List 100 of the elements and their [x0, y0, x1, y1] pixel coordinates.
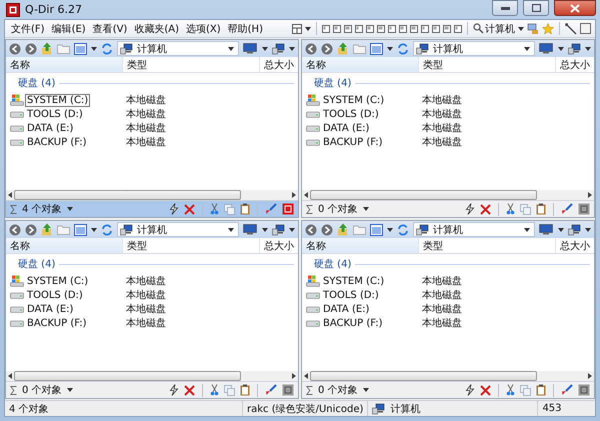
monitor-icon[interactable]	[243, 43, 258, 54]
lightning-icon[interactable]	[169, 203, 179, 215]
caret-icon[interactable]	[585, 46, 591, 50]
lightning-icon[interactable]	[465, 384, 475, 396]
forward-icon[interactable]	[25, 42, 37, 54]
close-button[interactable]	[554, 0, 596, 16]
drive-name[interactable]: DATA (E:)	[321, 302, 372, 316]
drive-name[interactable]: BACKUP (F:)	[321, 136, 384, 148]
monitor-icon[interactable]	[539, 43, 554, 54]
drive-name[interactable]: TOOLS (D:)	[321, 288, 381, 302]
layout-icon[interactable]	[388, 24, 396, 32]
refresh-icon[interactable]	[397, 42, 409, 54]
scroll-right-icon[interactable]	[292, 373, 296, 379]
up-folder-icon[interactable]	[337, 42, 349, 55]
delete-icon[interactable]	[184, 384, 195, 396]
caret-icon[interactable]	[289, 228, 295, 232]
caret-icon[interactable]	[387, 46, 393, 50]
delete-icon[interactable]	[184, 204, 195, 214]
drive-name[interactable]: BACKUP (F:)	[25, 136, 88, 148]
clipboard-icon[interactable]	[536, 203, 546, 215]
scissors-icon[interactable]	[210, 203, 219, 215]
horizontal-scrollbar[interactable]	[6, 190, 298, 200]
up-folder-icon[interactable]	[337, 223, 349, 236]
back-icon[interactable]	[9, 224, 21, 236]
lightning-icon[interactable]	[169, 384, 179, 396]
scissors-icon[interactable]	[506, 384, 515, 396]
pane-icon[interactable]	[578, 203, 590, 215]
drive-name[interactable]: TOOLS (D:)	[25, 288, 85, 302]
scroll-right-icon[interactable]	[588, 373, 592, 379]
scroll-left-icon[interactable]	[304, 373, 308, 379]
menu-item[interactable]: 帮助(H)	[226, 22, 265, 36]
layout-icon[interactable]	[355, 24, 363, 32]
forward-icon[interactable]	[321, 42, 333, 54]
back-icon[interactable]	[9, 42, 21, 54]
active-pane-icon[interactable]	[282, 203, 294, 215]
maximize-button[interactable]	[523, 0, 549, 16]
scissors-icon[interactable]	[506, 203, 515, 215]
object-count[interactable]: 0 个对象	[318, 383, 358, 397]
column-header[interactable]: 类型	[123, 57, 260, 72]
caret-icon[interactable]	[228, 46, 234, 50]
minimize-button[interactable]	[492, 0, 518, 16]
scroll-right-icon[interactable]	[588, 192, 592, 198]
column-header[interactable]: 类型	[419, 238, 556, 253]
drive-name[interactable]: SYSTEM (C:)	[25, 274, 90, 288]
scroll-left-icon[interactable]	[8, 373, 12, 379]
caret-icon[interactable]	[524, 228, 530, 232]
column-header[interactable]: 总大小	[556, 57, 594, 72]
column-header[interactable]: 名称	[6, 238, 123, 253]
scroll-left-icon[interactable]	[304, 192, 308, 198]
up-folder-icon[interactable]	[41, 42, 53, 55]
drive-name[interactable]: DATA (E:)	[25, 302, 76, 316]
caret-icon[interactable]	[387, 228, 393, 232]
caret-icon[interactable]	[518, 26, 524, 30]
delete-icon[interactable]	[480, 204, 491, 214]
object-count[interactable]: 0 个对象	[22, 383, 62, 397]
drive-name[interactable]: TOOLS (D:)	[25, 108, 85, 120]
view-icon[interactable]	[74, 42, 87, 54]
scroll-left-icon[interactable]	[8, 192, 12, 198]
caret-icon[interactable]	[91, 228, 97, 232]
caret-icon[interactable]	[524, 46, 530, 50]
object-count[interactable]: 4 个对象	[22, 202, 62, 216]
caret-icon[interactable]	[91, 46, 97, 50]
caret-icon[interactable]	[262, 228, 268, 232]
menu-item[interactable]: 文件(F)	[9, 22, 47, 36]
column-header[interactable]: 类型	[123, 238, 260, 253]
menu-item[interactable]: 选项(X)	[184, 22, 223, 36]
star-icon[interactable]	[542, 22, 554, 34]
minimize-icon[interactable]	[500, 6, 510, 10]
drive-name[interactable]: BACKUP (F:)	[25, 316, 88, 330]
drive-name[interactable]: SYSTEM (C:)	[321, 274, 386, 288]
window-icon[interactable]	[580, 23, 591, 34]
layout-icon[interactable]	[421, 24, 429, 32]
caret-icon[interactable]	[558, 46, 564, 50]
scissors-icon[interactable]	[210, 384, 219, 396]
brush-icon[interactable]	[265, 384, 277, 396]
view-icon[interactable]	[74, 224, 87, 236]
up-folder-icon[interactable]	[41, 223, 53, 236]
drive-name[interactable]: SYSTEM (C:)	[25, 94, 90, 106]
pane-icon[interactable]	[578, 384, 590, 396]
back-icon[interactable]	[305, 224, 317, 236]
layout-icon[interactable]	[292, 24, 302, 34]
brush-icon[interactable]	[561, 203, 573, 215]
back-icon[interactable]	[305, 42, 317, 54]
refresh-icon[interactable]	[101, 224, 113, 236]
clipboard-icon[interactable]	[536, 384, 546, 396]
column-header[interactable]: 类型	[419, 57, 556, 72]
pane-icon[interactable]	[282, 384, 294, 396]
layout-icon[interactable]	[322, 24, 330, 32]
address-field[interactable]: 计算机	[117, 222, 239, 237]
layout-icon[interactable]	[454, 24, 462, 32]
column-header[interactable]: 名称	[302, 57, 419, 72]
caret-icon[interactable]	[66, 388, 73, 392]
group-header[interactable]: 硬盘 (4)	[314, 257, 352, 271]
monitor-icon[interactable]	[539, 224, 554, 235]
refresh-icon[interactable]	[101, 42, 113, 54]
view-icon[interactable]	[370, 224, 383, 236]
clipboard-icon[interactable]	[240, 384, 250, 396]
view-icon[interactable]	[370, 42, 383, 54]
forward-icon[interactable]	[321, 224, 333, 236]
group-header[interactable]: 硬盘 (4)	[314, 76, 352, 90]
